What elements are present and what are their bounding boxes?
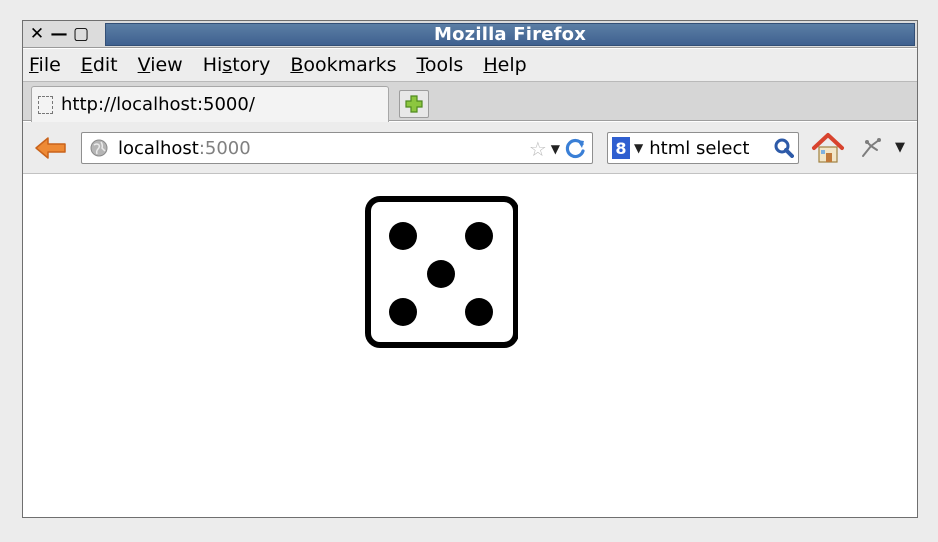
addon-icon[interactable] [859, 136, 885, 160]
menu-tools[interactable]: Tools [417, 54, 464, 76]
die-pip [389, 298, 417, 326]
search-bar[interactable]: 8 ▼ html select [607, 132, 799, 164]
blank-page-icon [38, 95, 53, 114]
navigation-toolbar: localhost:5000 ☆ ▼ 8 ▼ html select ▼ [23, 122, 917, 174]
maximize-window-icon[interactable]: ▢ [71, 24, 91, 44]
url-bar[interactable]: localhost:5000 ☆ ▼ [81, 132, 593, 164]
plus-icon [405, 95, 423, 113]
home-icon[interactable] [811, 132, 845, 164]
back-button[interactable] [33, 134, 69, 162]
window-title: Mozilla Firefox [433, 24, 587, 45]
menu-history[interactable]: History [203, 54, 271, 76]
tab-title: http://localhost:5000/ [61, 94, 255, 115]
back-arrow-icon [35, 137, 66, 159]
reload-icon[interactable] [564, 138, 586, 160]
window-controls: ✕ — ▢ [27, 24, 91, 44]
new-tab-button[interactable] [399, 90, 429, 118]
page-content [23, 174, 917, 517]
die-pip [389, 222, 417, 250]
die-pip [465, 298, 493, 326]
title-bar-strip[interactable]: Mozilla Firefox [105, 23, 915, 46]
search-input[interactable]: html select [649, 138, 773, 159]
dice-five-icon [365, 196, 518, 348]
close-window-icon[interactable]: ✕ [27, 24, 47, 44]
die-pip [427, 260, 455, 288]
url-port-text: :5000 [198, 137, 251, 159]
browser-window: ✕ — ▢ Mozilla Firefox File Edit View His… [22, 20, 918, 518]
title-bar: ✕ — ▢ Mozilla Firefox [23, 21, 917, 48]
toolbar-menu-dropdown-icon[interactable]: ▼ [895, 140, 905, 155]
url-history-dropdown-icon[interactable]: ▼ [551, 142, 560, 156]
menu-view[interactable]: View [138, 54, 183, 76]
menu-bookmarks[interactable]: Bookmarks [290, 54, 396, 76]
engine-dropdown-icon[interactable]: ▼ [634, 141, 643, 155]
menu-help[interactable]: Help [483, 54, 526, 76]
url-bar-actions: ☆ ▼ [529, 137, 586, 161]
die-pip [465, 222, 493, 250]
menu-bar: File Edit View History Bookmarks Tools H… [23, 49, 917, 82]
menu-edit[interactable]: Edit [81, 54, 118, 76]
menu-file[interactable]: File [29, 54, 61, 76]
tab-strip: http://localhost:5000/ [23, 82, 917, 122]
minimize-window-icon[interactable]: — [49, 24, 69, 44]
url-host-text: localhost [118, 137, 199, 159]
search-engine-icon[interactable]: 8 [612, 137, 630, 159]
magnifier-icon[interactable] [774, 138, 794, 158]
bookmark-star-icon[interactable]: ☆ [529, 137, 547, 161]
globe-icon [90, 139, 108, 157]
tab-localhost[interactable]: http://localhost:5000/ [31, 86, 389, 122]
